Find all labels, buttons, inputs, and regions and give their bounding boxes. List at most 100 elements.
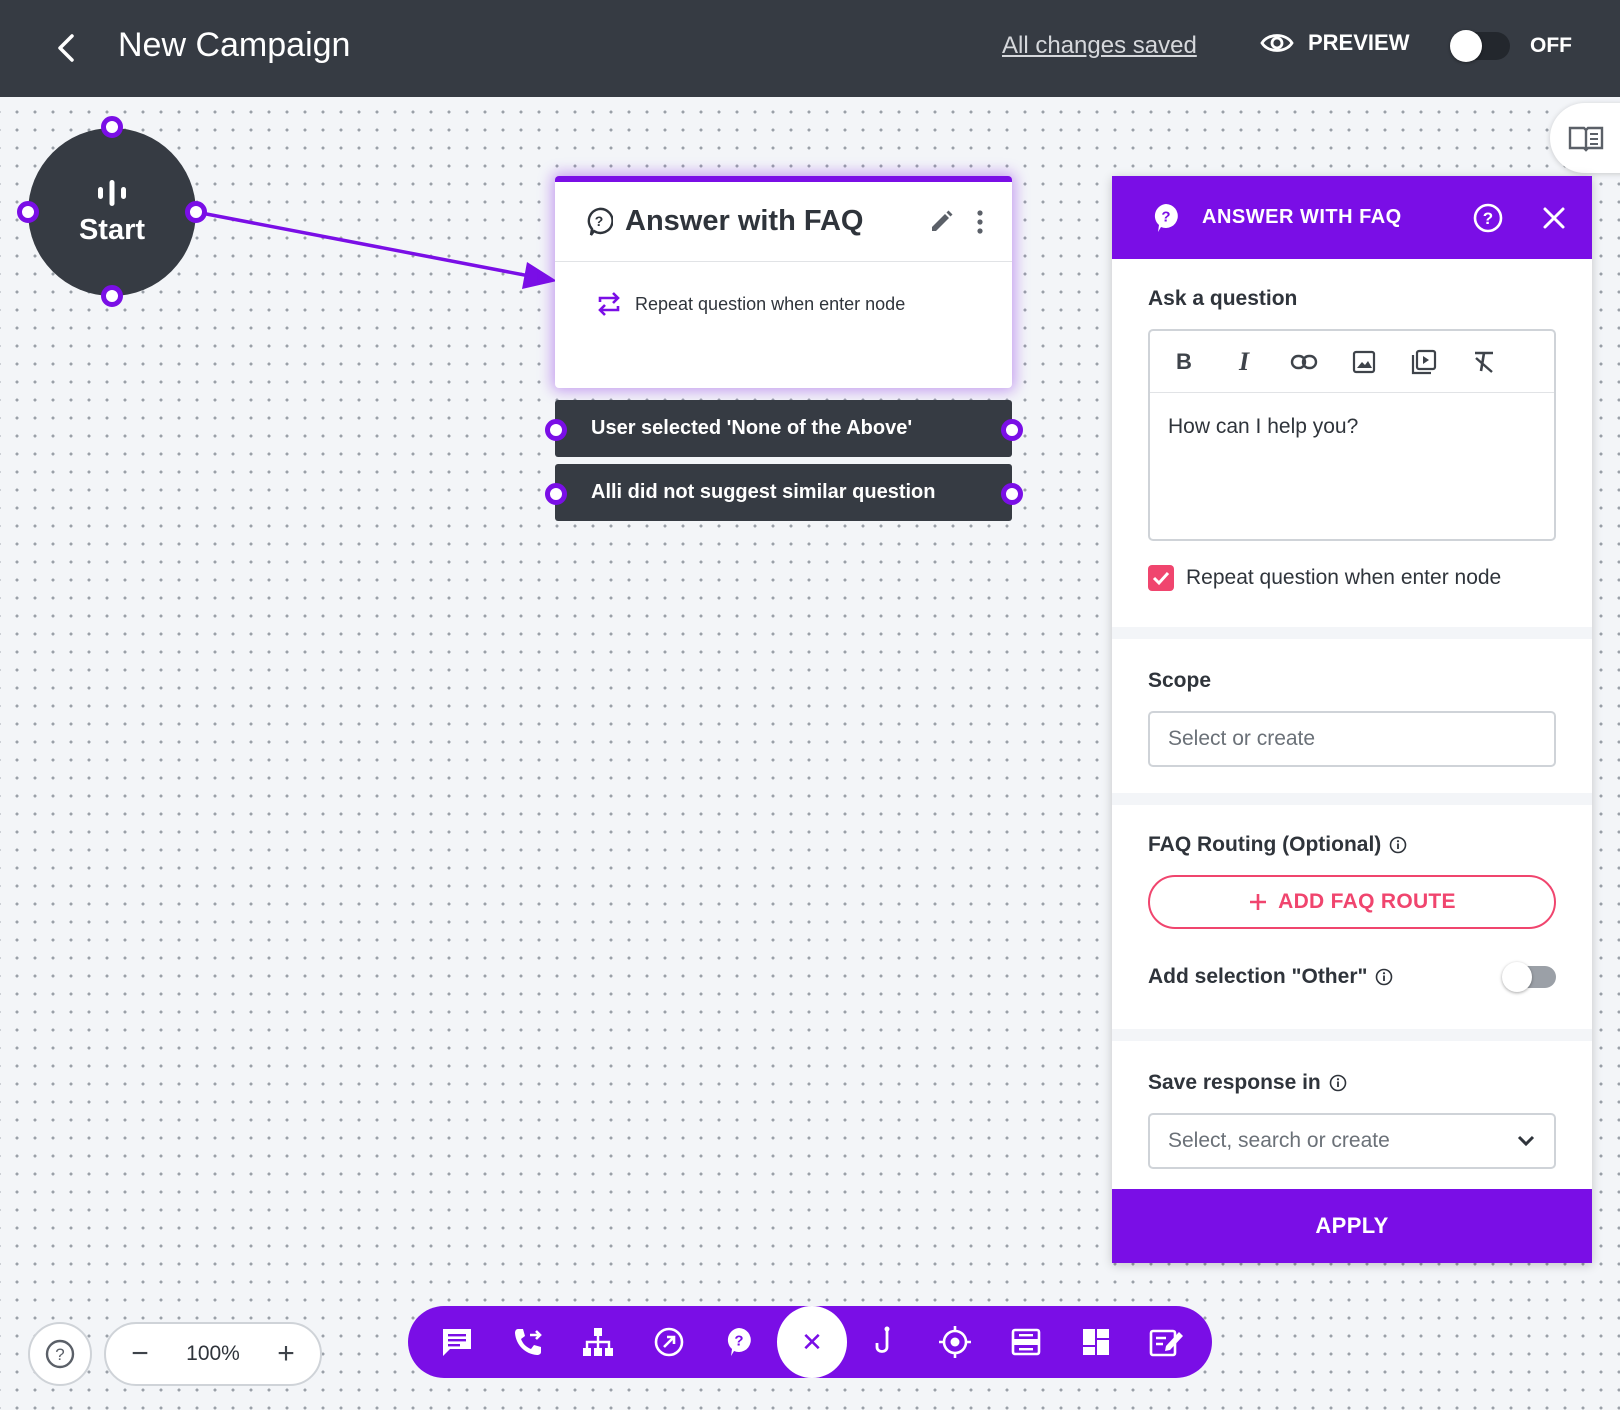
svg-text:?: ? [735,1333,744,1350]
message-node-button[interactable] [422,1306,493,1378]
outcome-2-port-in[interactable] [545,483,567,505]
start-label: Start [78,213,146,246]
video-icon[interactable] [1410,348,1438,376]
faq-node-header: ? Answer with FAQ [555,182,1012,262]
message-icon [443,1329,472,1356]
faq-node[interactable]: ? Answer with FAQ Repeat question when e… [555,176,1012,388]
close-toolbar-button[interactable]: ✕ [776,1306,848,1378]
sitemap-icon [583,1328,614,1356]
zoom-out-button[interactable]: − [126,1337,154,1371]
start-port-top[interactable] [101,116,123,138]
scope-select[interactable]: Select or create [1148,711,1556,767]
target-node-button[interactable] [920,1306,991,1378]
link-out-node-button[interactable] [634,1306,705,1378]
toggle-label: OFF [1530,34,1572,57]
start-port-bottom[interactable] [101,285,123,307]
top-bar: New Campaign All changes saved PREVIEW O… [0,0,1620,97]
outcome-label: User selected 'None of the Above' [591,417,913,439]
other-selection-toggle[interactable] [1502,962,1556,992]
branch-node-button[interactable] [563,1306,634,1378]
book-icon [1568,126,1604,152]
close-icon[interactable] [1542,206,1566,230]
bold-icon[interactable]: B [1170,348,1198,376]
scope-placeholder: Select or create [1168,727,1316,750]
zoom-control: − 100% + [104,1322,322,1386]
faq-settings-panel: ? ANSWER WITH FAQ ? Ask a question B I H… [1112,176,1592,1263]
bars-icon [98,179,126,206]
other-selection-row: Add selection "Other" [1148,962,1556,992]
other-label: Add selection "Other" [1148,965,1368,988]
help-circle-icon[interactable]: ? [1472,202,1504,234]
outcome-none-of-above[interactable]: User selected 'None of the Above' [555,400,1012,457]
outcome-no-similar-question[interactable]: Alli did not suggest similar question [555,464,1012,521]
repeat-icon [598,292,620,316]
note-node-button[interactable] [1131,1306,1202,1378]
question-text[interactable]: How can I help you? [1150,393,1554,461]
back-button[interactable] [50,30,82,66]
apply-button[interactable]: APPLY [1112,1189,1592,1263]
routing-section: FAQ Routing (Optional) ADD FAQ ROUTE Add… [1112,805,1592,1029]
outcome-1-port-out[interactable] [1001,419,1023,441]
check-icon [1152,571,1170,586]
save-label-row: Save response in [1148,1071,1556,1095]
italic-icon[interactable]: I [1230,347,1258,376]
hook-icon [875,1326,890,1353]
editor-toolbar: B I [1150,331,1554,393]
close-icon: ✕ [801,1326,823,1357]
save-status-link[interactable]: All changes saved [1002,32,1197,60]
preview-button[interactable]: PREVIEW [1260,30,1409,56]
faq-node-button[interactable]: ? [704,1306,775,1378]
add-faq-route-button[interactable]: ADD FAQ ROUTE [1148,875,1556,929]
note-edit-icon [1149,1329,1183,1357]
panel-title: ANSWER WITH FAQ [1202,206,1402,228]
routing-label-row: FAQ Routing (Optional) [1148,833,1556,857]
question-editor[interactable]: B I How can I help you? [1148,329,1556,541]
faq-icon: ? [1154,203,1178,232]
clear-format-icon[interactable] [1470,348,1498,376]
add-faq-route-label: ADD FAQ ROUTE [1278,890,1456,913]
phone-forward-icon [514,1329,542,1355]
repeat-checkbox-label: Repeat question when enter node [1186,566,1502,589]
svg-text:?: ? [55,1345,64,1364]
faq-node-title: Answer with FAQ [625,205,864,237]
start-port-right[interactable] [185,201,207,223]
save-response-select[interactable]: Select, search or create [1148,1113,1556,1169]
link-icon[interactable] [1290,348,1318,376]
svg-text:?: ? [595,213,604,229]
image-icon[interactable] [1350,348,1378,376]
zoom-value: 100% [186,1342,240,1365]
question-section: Ask a question B I How can I help you? R… [1112,259,1592,627]
form-node-button[interactable] [990,1306,1061,1378]
hook-node-button[interactable] [849,1306,920,1378]
info-icon[interactable] [1329,1074,1347,1092]
start-node[interactable]: Start [28,128,196,296]
campaign-toggle[interactable]: OFF [1450,30,1572,62]
docs-side-tab[interactable] [1550,103,1620,173]
outcome-2-port-out[interactable] [1001,483,1023,505]
info-icon[interactable] [1389,836,1407,854]
start-port-left[interactable] [17,201,39,223]
help-button[interactable]: ? [28,1322,92,1386]
toggle-knob [1450,30,1482,62]
info-icon[interactable] [1375,968,1393,986]
edit-pencil-icon[interactable] [928,209,954,235]
chevron-left-icon [58,34,74,62]
dashboard-node-button[interactable] [1061,1306,1132,1378]
other-label-row: Add selection "Other" [1148,965,1393,989]
call-forward-node-button[interactable] [493,1306,564,1378]
save-placeholder: Select, search or create [1168,1129,1390,1152]
faq-node-option-label: Repeat question when enter node [635,293,906,314]
toggle-track [1450,30,1510,62]
faq-icon: ? [728,1328,752,1356]
help-circle-icon: ? [45,1339,75,1369]
preview-label: PREVIEW [1308,30,1410,55]
outcome-1-port-in[interactable] [545,419,567,441]
dashboard-icon [1083,1329,1110,1355]
toggle-knob [1502,962,1532,992]
repeat-checkbox[interactable] [1148,565,1174,591]
repeat-checkbox-row[interactable]: Repeat question when enter node [1148,565,1556,591]
zoom-in-button[interactable]: + [272,1337,300,1371]
eye-icon [1260,34,1294,52]
more-vertical-icon[interactable] [976,209,984,235]
scope-section: Scope Select or create [1112,639,1592,793]
